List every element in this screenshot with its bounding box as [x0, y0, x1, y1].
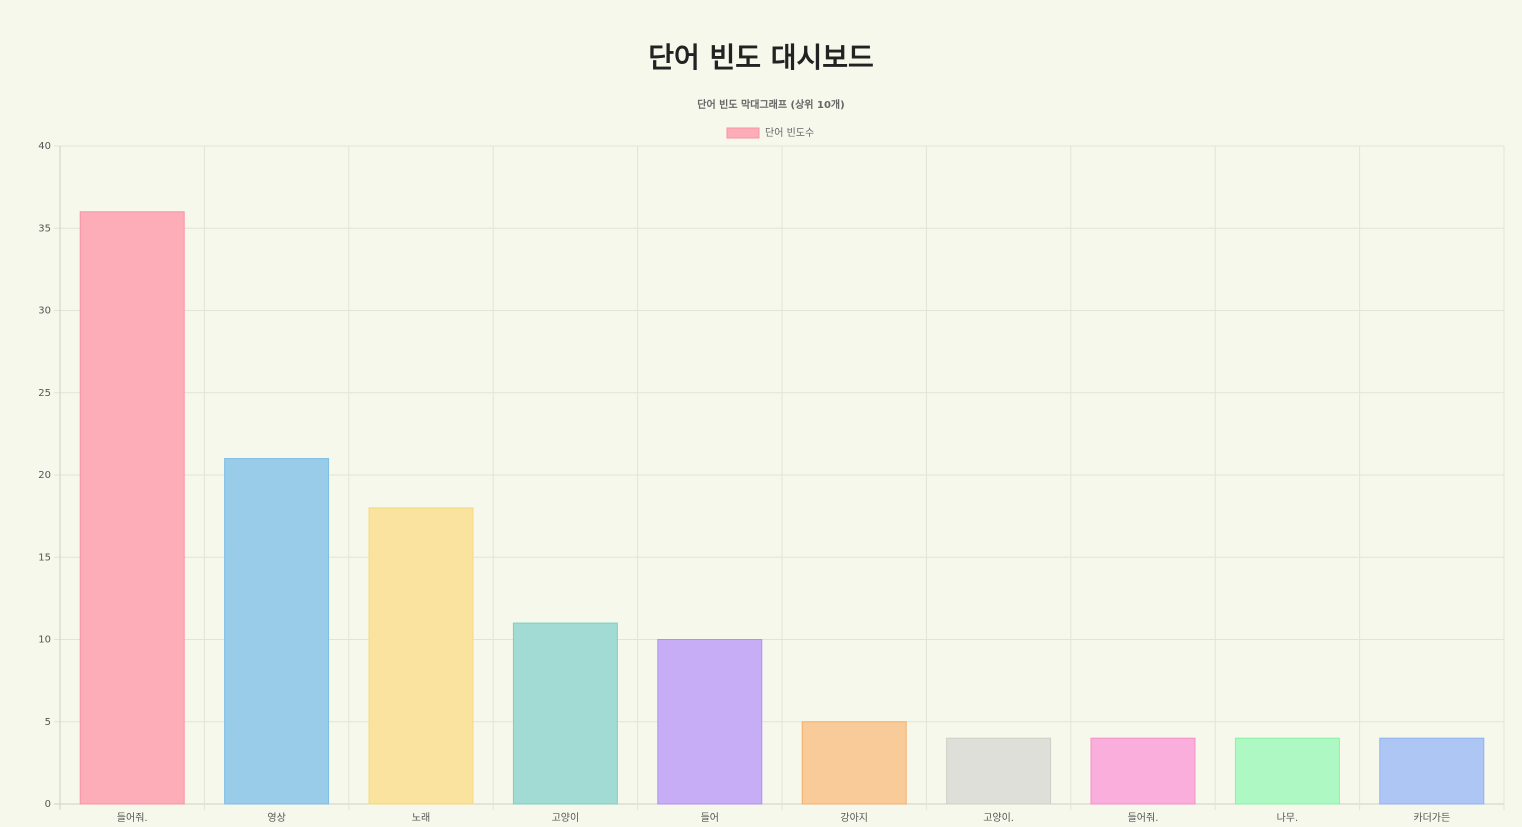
y-tick-label: 15	[38, 552, 51, 563]
x-tick-label: 고양이	[552, 812, 580, 824]
bar[interactable]	[79, 211, 185, 805]
y-tick-label: 0	[45, 799, 51, 810]
y-tick-label: 5	[45, 717, 51, 728]
x-tick-label: 들어줘.	[1128, 812, 1159, 824]
x-tick-label: 들어	[701, 812, 719, 824]
x-tick-label: 강아지	[840, 812, 868, 824]
bar[interactable]	[512, 622, 618, 805]
y-tick-label: 20	[38, 470, 51, 481]
x-tick-label: 노래	[412, 812, 430, 824]
y-tick-label: 10	[38, 635, 51, 646]
bar[interactable]	[368, 507, 474, 805]
x-tick-label: 카더가든	[1413, 812, 1450, 824]
bar[interactable]	[1090, 737, 1196, 805]
bar[interactable]	[224, 458, 330, 805]
y-tick-label: 30	[38, 306, 51, 317]
y-tick-label: 40	[38, 141, 51, 152]
y-tick-label: 25	[38, 388, 51, 399]
x-tick-label: 들어줘.	[117, 812, 148, 824]
x-tick-label: 나무.	[1277, 812, 1299, 824]
bar[interactable]	[801, 721, 907, 805]
chart-legend[interactable]: 단어 빈도수	[726, 127, 814, 139]
bar[interactable]	[657, 639, 763, 805]
legend-swatch	[726, 127, 760, 139]
legend-label: 단어 빈도수	[765, 127, 814, 139]
x-tick-label: 고양이.	[983, 812, 1014, 824]
y-tick-label: 35	[38, 223, 51, 234]
bar[interactable]	[946, 737, 1052, 805]
bar-chart: 단어 빈도 막대그래프 (상위 10개) 단어 빈도수 0 5 10 15 20 25 30…	[38, 98, 1505, 824]
bar[interactable]	[1379, 737, 1485, 805]
bar[interactable]	[1234, 737, 1340, 805]
chart-title: 단어 빈도 막대그래프 (상위 10개)	[697, 98, 844, 111]
x-tick-label: 영상	[267, 812, 285, 824]
